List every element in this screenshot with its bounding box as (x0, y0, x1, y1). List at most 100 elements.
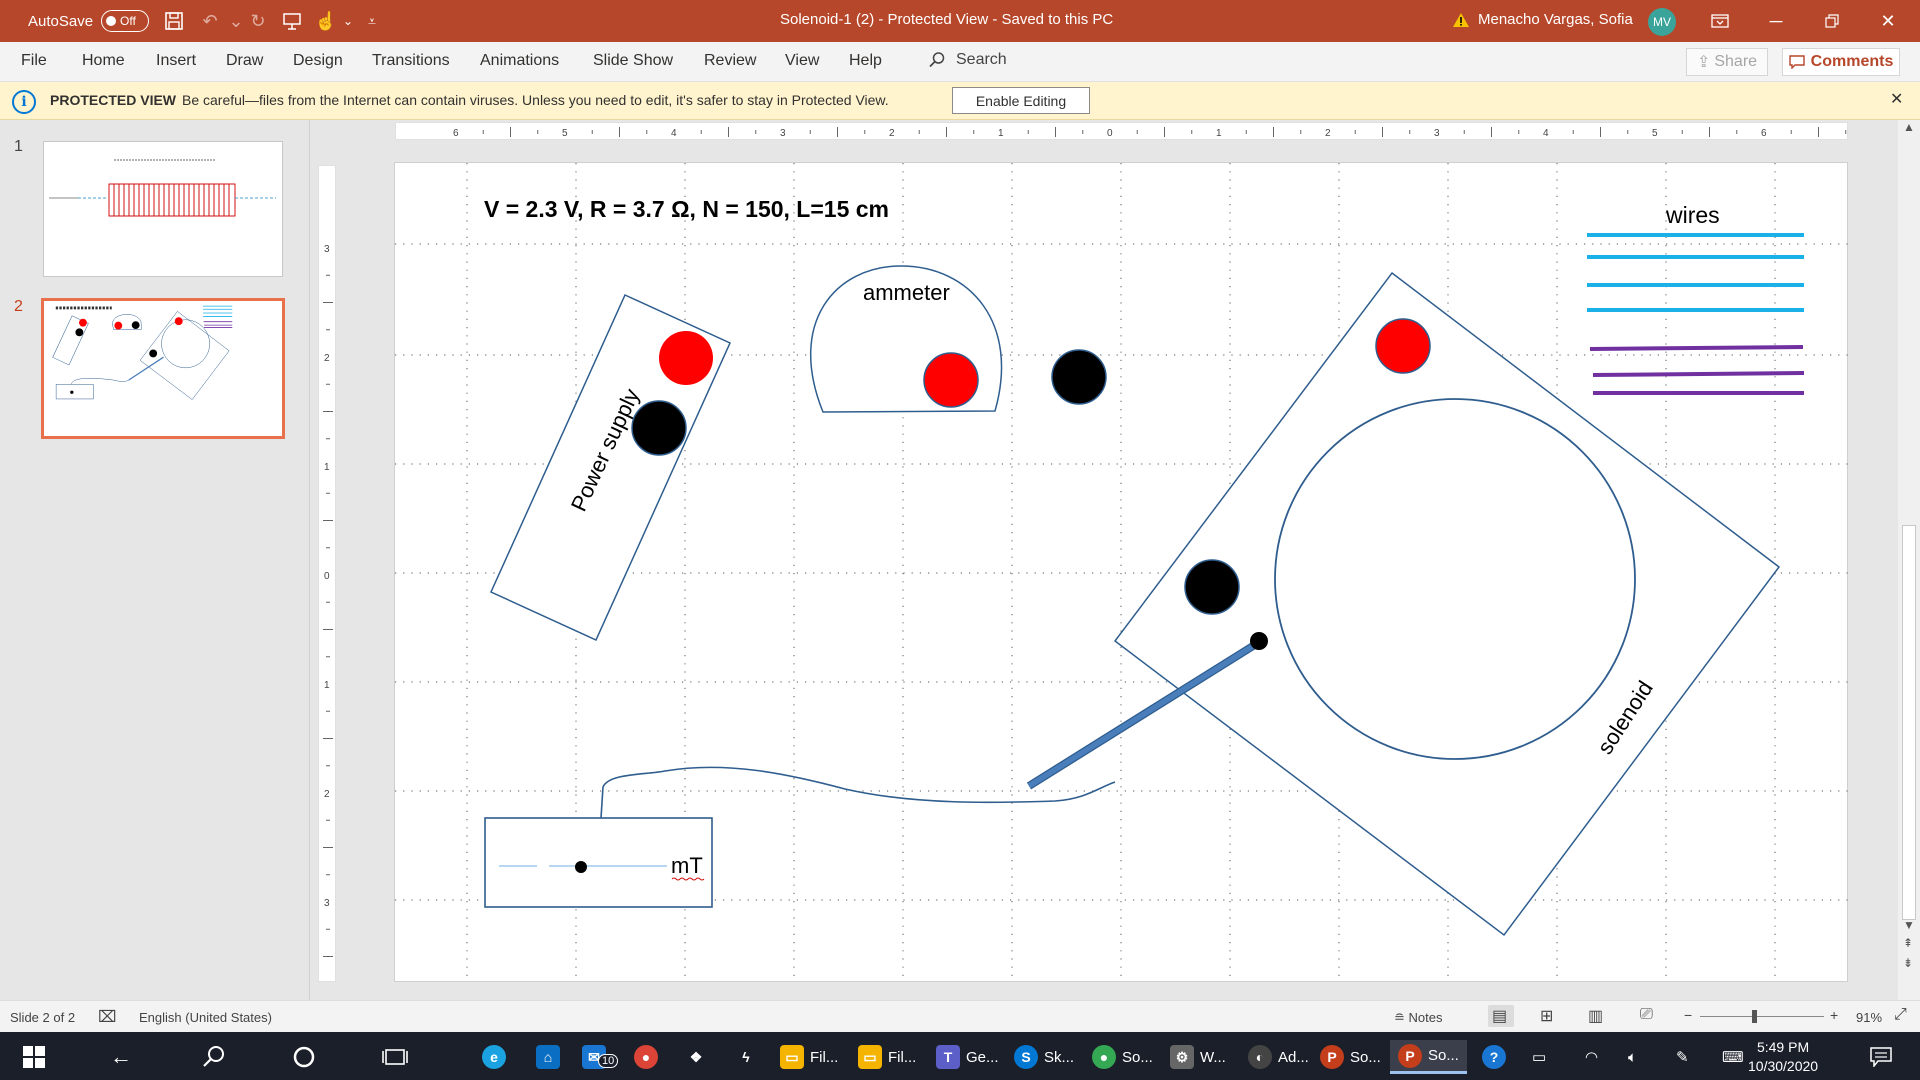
vertical-scrollbar[interactable]: ▲ ▼ ⇞ ⇟ (1898, 120, 1920, 1000)
taskbar-item[interactable]: ▭ Fil... (780, 1040, 838, 1074)
tab-transitions[interactable]: Transitions (372, 52, 450, 70)
tab-slide-show[interactable]: Slide Show (593, 52, 673, 70)
pen-icon[interactable]: ✎ (1676, 1040, 1689, 1074)
tab-insert[interactable]: Insert (156, 52, 196, 70)
search-icon[interactable] (202, 1040, 226, 1074)
tab-design[interactable]: Design (293, 52, 343, 70)
help-icon[interactable]: ? (1482, 1040, 1506, 1074)
previous-slide-icon[interactable]: ⇞ (1903, 936, 1913, 950)
ribbon-display-icon[interactable] (1692, 0, 1748, 42)
notes-button[interactable]: ≘ Notes (1394, 1010, 1442, 1026)
power-supply-shape[interactable]: Power supply (490, 294, 731, 641)
search-box[interactable]: Search (928, 51, 1007, 69)
purple-wire[interactable] (1589, 345, 1804, 351)
cortana-icon[interactable] (292, 1040, 316, 1074)
slide-heading[interactable]: V = 2.3 V, R = 3.7 Ω, N = 150, L=15 cm (484, 196, 889, 222)
tab-animations[interactable]: Animations (480, 52, 559, 70)
windows-start-icon[interactable] (22, 1040, 46, 1074)
comments-button[interactable]: Comments (1782, 48, 1900, 76)
wires-palette[interactable]: wires (1587, 202, 1805, 395)
volume-icon[interactable]: 🔈︎ (1628, 1040, 1637, 1074)
autosave-switch[interactable]: Off (101, 10, 150, 32)
minimize-icon[interactable]: ─ (1748, 0, 1804, 42)
autosave-state: Off (120, 14, 136, 28)
mail-icon[interactable]: ✉ 10 (582, 1040, 619, 1074)
power-supply-positive-terminal[interactable] (659, 331, 713, 385)
zoom-slider[interactable] (1700, 1016, 1824, 1017)
store-icon[interactable]: ⌂ (536, 1040, 560, 1074)
taskbar-item[interactable]: ▭ Fil... (858, 1040, 916, 1074)
zoom-in-icon[interactable]: + (1830, 1007, 1838, 1023)
slide-sorter-icon[interactable]: ⊞ (1540, 1006, 1553, 1026)
wifi-icon[interactable]: ◠ (1585, 1040, 1598, 1074)
ammeter-negative-terminal[interactable] (1051, 349, 1107, 405)
enable-editing-button[interactable]: Enable Editing (952, 87, 1090, 114)
scroll-up-icon[interactable]: ▲ (1903, 120, 1915, 134)
tab-help[interactable]: Help (849, 52, 882, 70)
autosave-toggle[interactable]: AutoSave Off (28, 10, 150, 32)
zoom-slider-thumb[interactable] (1752, 1010, 1757, 1023)
scroll-down-icon[interactable]: ▼ (1903, 918, 1915, 932)
notifications-icon[interactable] (1870, 1040, 1892, 1074)
slide-show-icon[interactable]: ⎚ (1640, 1006, 1653, 1024)
next-slide-icon[interactable]: ⇟ (1903, 956, 1913, 970)
slide-canvas[interactable]: V = 2.3 V, R = 3.7 Ω, N = 150, L=15 cm P… (394, 162, 1849, 983)
language-status[interactable]: English (United States) (139, 1010, 272, 1025)
ammeter-shape[interactable]: ammeter (809, 265, 1107, 413)
vertical-ruler[interactable]: 3 2 1 0 1 2 3 (318, 165, 336, 982)
zoom-out-icon[interactable]: − (1684, 1007, 1692, 1023)
keyboard-icon[interactable]: ⌨ (1722, 1040, 1744, 1074)
save-icon[interactable] (160, 8, 188, 34)
zoom-level[interactable]: 91% (1856, 1010, 1882, 1025)
undo-icon[interactable]: ↶ (196, 8, 224, 34)
horizontal-ruler[interactable]: 6 5 4 3 2 1 0 1 2 3 4 5 6 (395, 122, 1848, 140)
battery-icon[interactable]: ▭ (1532, 1040, 1546, 1074)
slide-thumbnail-2[interactable] (41, 298, 285, 439)
probe-cable[interactable] (600, 766, 1116, 819)
back-arrow-icon[interactable]: ← (110, 1040, 132, 1074)
taskbar-item[interactable]: P So... (1320, 1040, 1381, 1074)
redo-icon[interactable]: ↻ (244, 8, 272, 34)
customize-qat-icon[interactable]: ⩡ (358, 8, 386, 34)
share-button[interactable]: ⇪ Share (1686, 48, 1768, 76)
solenoid-negative-terminal[interactable] (1184, 559, 1240, 615)
taskbar-item[interactable]: ● So... (1092, 1040, 1153, 1074)
tab-view[interactable]: View (785, 52, 819, 70)
scrollbar-thumb[interactable] (1902, 525, 1916, 920)
reading-view-icon[interactable]: ▥ (1588, 1006, 1603, 1026)
teams-icon: T (936, 1045, 960, 1069)
user-account[interactable]: Menacho Vargas, Sofia (1452, 11, 1633, 28)
solenoid-positive-terminal[interactable] (1375, 318, 1431, 374)
purple-wire[interactable] (1592, 371, 1805, 377)
taskbar-item-active[interactable]: P So... (1390, 1040, 1467, 1074)
edge-icon[interactable]: e (482, 1040, 506, 1074)
fit-to-window-icon[interactable]: ⤢ (1894, 1006, 1907, 1024)
tab-home[interactable]: Home (82, 52, 125, 70)
dropbox-icon[interactable]: ❖ (684, 1040, 708, 1074)
notes-label: Notes (1408, 1010, 1443, 1025)
chrome-icon[interactable]: ● (634, 1040, 658, 1074)
avatar[interactable]: MV (1648, 8, 1676, 36)
normal-view-icon[interactable]: ▤ (1492, 1006, 1507, 1026)
taskbar-item[interactable]: ⚙ W... (1170, 1040, 1226, 1074)
app-lightning-icon[interactable]: ϟ (734, 1040, 758, 1074)
tab-draw[interactable]: Draw (226, 52, 263, 70)
power-supply-negative-terminal[interactable] (631, 400, 687, 456)
task-view-icon[interactable] (382, 1040, 408, 1074)
taskbar-item[interactable]: ◐ Ad... (1248, 1040, 1309, 1074)
clock[interactable]: 5:49 PM 10/30/2020 (1748, 1038, 1818, 1076)
tab-review[interactable]: Review (704, 52, 756, 70)
slide-thumbnail-1[interactable] (43, 141, 283, 277)
teslameter-shape[interactable]: mT (484, 817, 713, 908)
present-icon[interactable] (278, 8, 306, 34)
tab-file[interactable]: File (21, 52, 47, 70)
close-icon[interactable]: ✕ (1860, 0, 1916, 42)
restore-icon[interactable] (1804, 0, 1860, 42)
ammeter-positive-terminal[interactable] (923, 352, 979, 408)
ruler-tick-label: 1 (998, 128, 1004, 139)
spelling-check-icon[interactable]: ⌧ (98, 1007, 116, 1027)
taskbar-item[interactable]: S Sk... (1014, 1040, 1074, 1074)
close-icon[interactable]: ✕ (1890, 89, 1903, 109)
thumbnail-number: 2 (14, 298, 23, 315)
taskbar-item[interactable]: T Ge... (936, 1040, 999, 1074)
